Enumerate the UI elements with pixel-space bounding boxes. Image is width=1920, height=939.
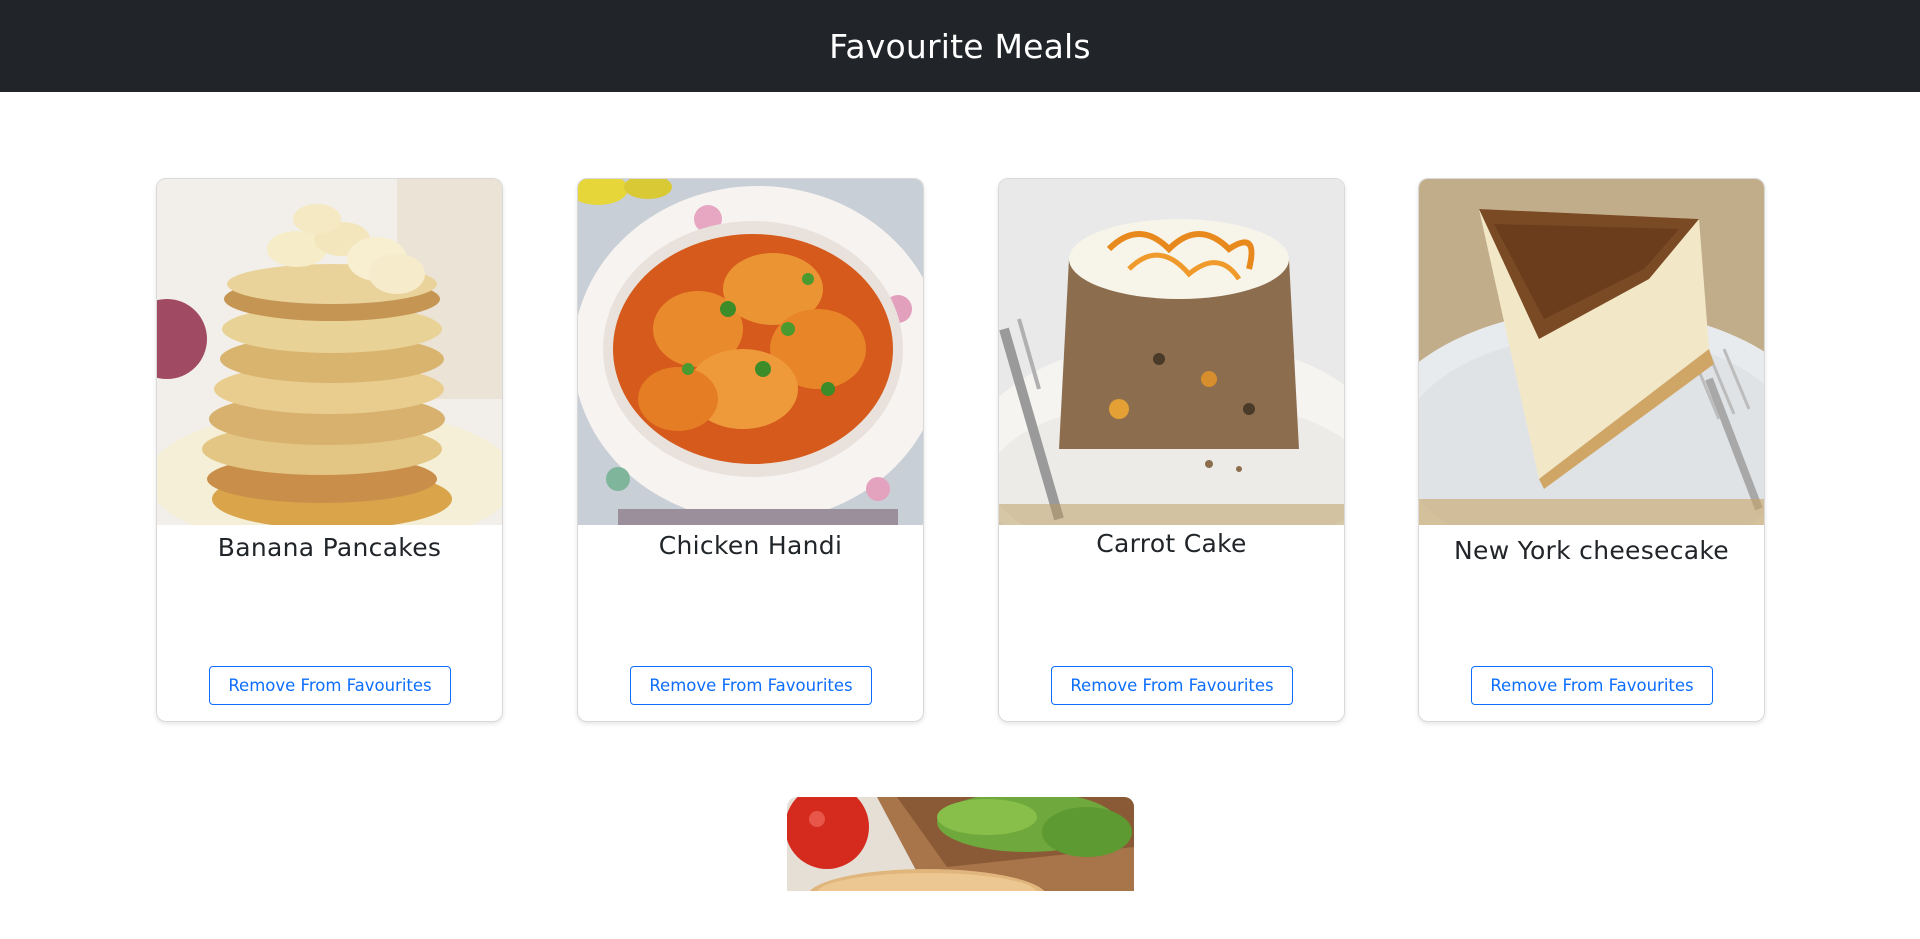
meal-title: Chicken Handi	[658, 531, 843, 560]
meal-card: New York cheesecake Remove From Favourit…	[1418, 178, 1765, 722]
meal-image	[578, 179, 923, 525]
meal-card-partial-image	[787, 797, 1134, 891]
meal-image	[999, 179, 1344, 525]
meal-title: Carrot Cake	[1096, 529, 1247, 558]
meal-card: Chicken Handi Remove From Favourites	[577, 178, 924, 722]
remove-from-favourites-button[interactable]: Remove From Favourites	[1051, 666, 1293, 705]
meal-title: New York cheesecake	[1454, 536, 1729, 565]
meal-card: Carrot Cake Remove From Favourites	[998, 178, 1345, 722]
remove-from-favourites-button[interactable]: Remove From Favourites	[630, 666, 872, 705]
meal-title: Banana Pancakes	[217, 533, 442, 562]
meal-image	[1419, 179, 1764, 525]
page-title: Favourite Meals	[829, 26, 1091, 66]
remove-from-favourites-button[interactable]: Remove From Favourites	[1471, 666, 1713, 705]
app-header: Favourite Meals	[0, 0, 1920, 92]
remove-from-favourites-button[interactable]: Remove From Favourites	[209, 666, 451, 705]
meal-image	[157, 179, 502, 525]
meal-card: Banana Pancakes Remove From Favourites	[156, 178, 503, 722]
